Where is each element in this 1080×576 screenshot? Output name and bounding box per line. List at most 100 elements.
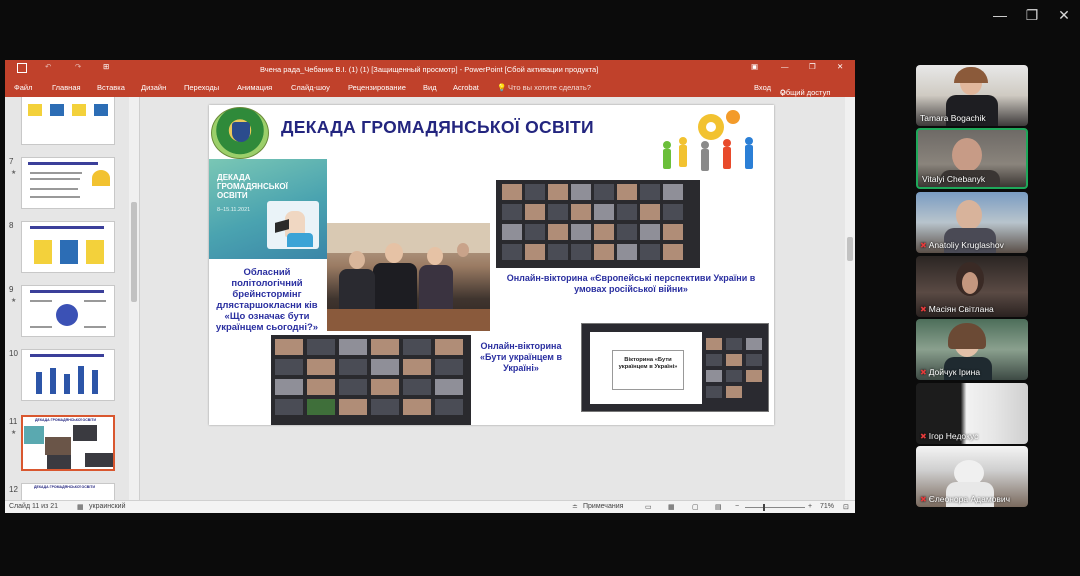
login-link[interactable]: Вход	[754, 83, 771, 92]
participant-tile[interactable]: Tamara Bogachik	[916, 65, 1028, 126]
participant-name: Vitalyi Chebanyk	[922, 174, 986, 184]
redo-icon[interactable]: ↷	[75, 62, 81, 71]
animation-star-icon: ★	[11, 170, 17, 176]
mic-muted-icon: ✖	[920, 305, 927, 314]
participant-tile-active-speaker[interactable]: Vitalyi Chebanyk	[916, 128, 1028, 189]
ribbon-display-icon[interactable]: ▣	[751, 62, 758, 71]
participant-name: ✖ Ігор Недокус	[920, 431, 979, 441]
tab-review[interactable]: Рецензирование	[348, 83, 406, 92]
save-icon[interactable]	[17, 63, 27, 73]
ukrainian-quiz-caption: Онлайн-вікторина «Бути українцем в Украї…	[479, 341, 562, 373]
fit-slide-icon[interactable]: ⊡	[843, 503, 849, 511]
tab-acrobat[interactable]: Acrobat	[453, 83, 479, 92]
minimize-button[interactable]: —	[984, 0, 1016, 30]
tab-slideshow[interactable]: Слайд-шоу	[291, 83, 330, 92]
powerpoint-window: ↶ ↷ ⊞ Вчена рада_Чебаник В.І. (1) (1) [З…	[5, 60, 855, 513]
slideshow-view-icon[interactable]: ▤	[715, 503, 722, 511]
thumbnail-number: 11	[9, 417, 18, 426]
notes-icon: ≐	[572, 504, 578, 511]
participant-name: ✖ Масіян Світлана	[920, 304, 994, 314]
participant-tile[interactable]: ✖ Anatoliy Kruglashov	[916, 192, 1028, 253]
card-date: 8–15.11.2021	[217, 207, 251, 213]
online-quiz-screenshot-1	[496, 180, 700, 268]
thumbnail-number: 7	[9, 157, 14, 166]
slide-counter: Слайд 11 из 21	[9, 503, 59, 510]
quiz-presentation-screenshot: Вікторина «Бути українцем в Україні»	[581, 323, 769, 412]
ppt-minimize-button[interactable]: —	[781, 62, 789, 71]
slide-thumbnail-8[interactable]	[21, 221, 115, 273]
notes-button[interactable]: Примечания	[583, 503, 623, 510]
slide-thumbnail-7[interactable]	[21, 157, 115, 209]
ppt-restore-button[interactable]: ❐	[809, 62, 816, 71]
brainstorming-caption: Обласний політологічний брейнстормінг дл…	[215, 267, 319, 333]
thumbnail-scrollbar[interactable]	[129, 97, 139, 500]
restore-icon: ❐	[1025, 6, 1039, 23]
zoom-level[interactable]: 71%	[820, 503, 834, 510]
ribbon-tabs: Файл Главная Вставка Дизайн Переходы Ани…	[5, 78, 855, 97]
thumbnail-number: 8	[9, 221, 14, 230]
tab-view[interactable]: Вид	[423, 83, 437, 92]
thumbnail-number: 10	[9, 349, 18, 358]
participant-tile[interactable]: ✖ Масіян Світлана	[916, 256, 1028, 317]
minimize-icon: —	[993, 7, 1007, 23]
ppt-close-button[interactable]: ✕	[837, 62, 843, 71]
participant-name: ✖ Дойчук Ірина	[920, 367, 981, 377]
mic-muted-icon: ✖	[920, 495, 927, 504]
slide-thumbnail-10[interactable]	[21, 349, 115, 401]
participant-name: Tamara Bogachik	[920, 113, 986, 123]
slide-title: ДЕКАДА ГРОМАДЯНСЬКОЇ ОСВІТИ	[281, 117, 594, 137]
tab-design[interactable]: Дизайн	[141, 83, 166, 92]
online-quiz-screenshot-2	[271, 335, 471, 425]
tab-home[interactable]: Главная	[52, 83, 81, 92]
reading-view-icon[interactable]: ▢	[692, 503, 699, 511]
slide-thumbnail-9[interactable]	[21, 285, 115, 337]
slide-thumbnail-12[interactable]: ДЕКАДА ГРОМАДЯНСЬКОЇ ОСВІТИ	[21, 483, 115, 500]
slide-thumbnail-6[interactable]	[21, 97, 115, 145]
restore-button[interactable]: ❐	[1016, 0, 1048, 30]
lightbulb-icon: 💡	[497, 83, 507, 92]
normal-view-icon[interactable]: ▭	[645, 503, 652, 511]
thumbnail-number: 12	[9, 485, 18, 494]
slide-editor: ДЕКАДА ГРОМАДЯНСЬКОЇ ОСВІТИ ДЕКАДА ГРОМА…	[141, 97, 855, 500]
participant-tile[interactable]: ✖ Єлеонора Адамович	[916, 446, 1028, 507]
zoom-in-icon[interactable]: +	[808, 503, 812, 510]
close-icon: ✕	[1058, 6, 1070, 23]
animation-star-icon: ★	[11, 298, 17, 304]
canvas-scrollbar[interactable]	[845, 97, 855, 500]
participant-tile[interactable]: ✖ Ігор Недокус	[916, 383, 1028, 444]
european-quiz-caption: Онлайн-вікторина «Європейські перспектив…	[506, 273, 756, 294]
event-card: ДЕКАДА ГРОМАДЯНСЬКОЇ ОСВІТИ 8–15.11.2021	[209, 159, 327, 259]
ppt-titlebar: ↶ ↷ ⊞ Вчена рада_Чебаник В.І. (1) (1) [З…	[5, 60, 855, 78]
zoom-slider[interactable]	[745, 507, 805, 508]
thumbnail-title: ДЕКАДА ГРОМАДЯНСЬКОЇ ОСВІТИ	[35, 418, 96, 422]
zoom-out-icon[interactable]: −	[735, 503, 739, 510]
slide-sorter-icon[interactable]: ▦	[668, 503, 675, 511]
slide-thumbnail-11-selected[interactable]: ДЕКАДА ГРОМАДЯНСЬКОЇ ОСВІТИ	[21, 415, 115, 471]
close-button[interactable]: ✕	[1048, 0, 1080, 30]
tab-transitions[interactable]: Переходы	[184, 83, 219, 92]
thumbnail-number: 9	[9, 285, 14, 294]
card-title: ДЕКАДА ГРОМАДЯНСЬКОЇ ОСВІТИ	[217, 173, 288, 200]
animation-star-icon: ★	[11, 430, 17, 436]
tab-insert[interactable]: Вставка	[97, 83, 125, 92]
mic-muted-icon: ✖	[920, 432, 927, 441]
zoom-slider-thumb[interactable]	[763, 504, 765, 511]
language-icon: ▦	[77, 504, 84, 511]
current-slide: ДЕКАДА ГРОМАДЯНСЬКОЇ ОСВІТИ ДЕКАДА ГРОМА…	[209, 105, 774, 425]
participant-name: ✖ Anatoliy Kruglashov	[920, 240, 1004, 250]
language-indicator[interactable]: украинский	[89, 503, 126, 510]
emblem-logo	[211, 107, 269, 159]
slide-thumbnails-pane: 7 ★ 8 9 ★ 10 11 ★ ДЕКАДА ГРОМАДЯНСЬКОЇ О…	[5, 97, 140, 500]
tab-animations[interactable]: Анимация	[237, 83, 272, 92]
window-title: Вчена рада_Чебаник В.І. (1) (1) [Защищен…	[260, 65, 599, 74]
tab-file[interactable]: Файл	[14, 83, 32, 92]
slideshow-icon[interactable]: ⊞	[103, 62, 109, 71]
undo-icon[interactable]: ↶	[45, 62, 51, 71]
megaphone-illustration	[267, 201, 319, 249]
mic-muted-icon: ✖	[920, 368, 927, 377]
tell-me-input[interactable]: Что вы хотите сделать?	[508, 83, 591, 92]
participant-tile[interactable]: ✖ Дойчук Ірина	[916, 319, 1028, 380]
quiz-title: Вікторина «Бути українцем в Україні»	[612, 350, 684, 390]
share-label: Общий доступ	[780, 88, 831, 97]
status-bar: Слайд 11 из 21 ▦ украинский ≐ Примечания…	[5, 500, 855, 513]
